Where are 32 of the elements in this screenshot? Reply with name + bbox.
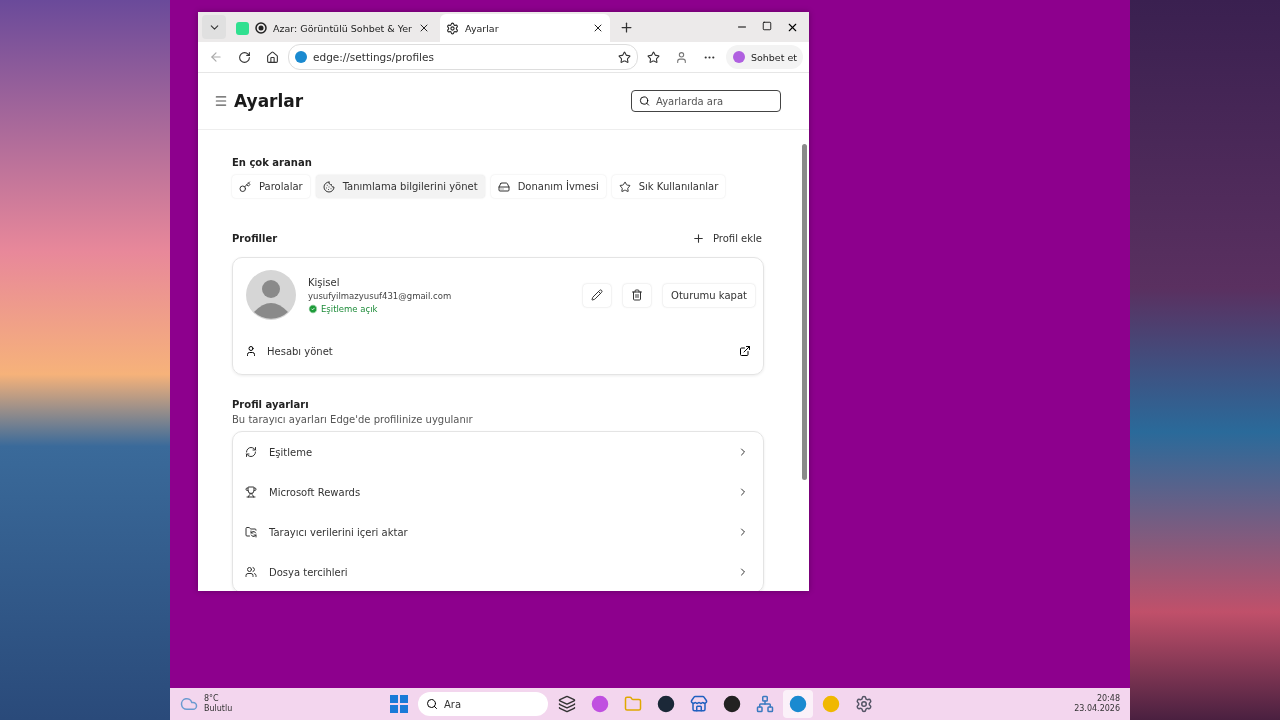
add-profile-button[interactable]: Profil ekle <box>692 232 762 245</box>
shortcut-chip[interactable]: Tanımlama bilgilerini yönet <box>315 175 485 198</box>
clock-time: 20:48 <box>1096 693 1120 704</box>
tab-title: Azar: Görüntülü Sohbet & Yer <box>273 22 413 34</box>
weather-condition: Bulutlu <box>204 704 233 714</box>
browser-tab[interactable]: Azar: Görüntülü Sohbet & Yer <box>230 14 437 42</box>
shortcut-chip[interactable]: Donanım İvmesi <box>490 175 606 198</box>
sync-status: Eşitleme açık <box>321 303 378 314</box>
tab-title: Ayarlar <box>465 22 500 34</box>
clock-date: 23.04.2026 <box>1074 704 1120 715</box>
profile-email: yusufyilmazyusuf431@gmail.com <box>308 290 453 301</box>
url-text: edge://settings/profiles <box>313 51 435 63</box>
manage-account-link[interactable]: Hesabı yönet <box>267 345 729 357</box>
section-heading: Profil ayarları <box>232 399 310 410</box>
page-title: Ayarlar <box>234 91 304 111</box>
section-description: Bu tarayıcı ayarları Edge'de profilinize uygulanır <box>232 414 474 425</box>
temperature: 8°C <box>204 694 220 704</box>
profile-name: Kişisel <box>308 276 341 288</box>
settings-item[interactable]: Eşitleme <box>233 432 763 472</box>
settings-item[interactable]: Microsoft Rewards <box>233 472 763 512</box>
sign-out-button[interactable]: Oturumu kapat <box>663 283 755 307</box>
settings-item[interactable]: Tarayıcı verilerini içeri aktar <box>233 512 763 552</box>
browser-tab[interactable]: Ayarlar <box>440 14 611 42</box>
chat-button[interactable]: Sohbet et <box>725 45 803 69</box>
address-bar[interactable]: edge://settings/profiles <box>288 44 638 70</box>
taskbar-search-field[interactable]: Ara <box>418 692 548 716</box>
shortcut-chip[interactable]: Sık Kullanılanlar <box>611 175 726 198</box>
section-heading: Profiller <box>232 233 278 244</box>
search-field[interactable]: Ayarlarda ara <box>631 90 781 112</box>
settings-item[interactable]: Dosya tercihleri <box>233 552 763 591</box>
section-heading: En çok aranan <box>232 157 313 168</box>
shortcut-chip[interactable]: Parolalar <box>232 175 310 198</box>
